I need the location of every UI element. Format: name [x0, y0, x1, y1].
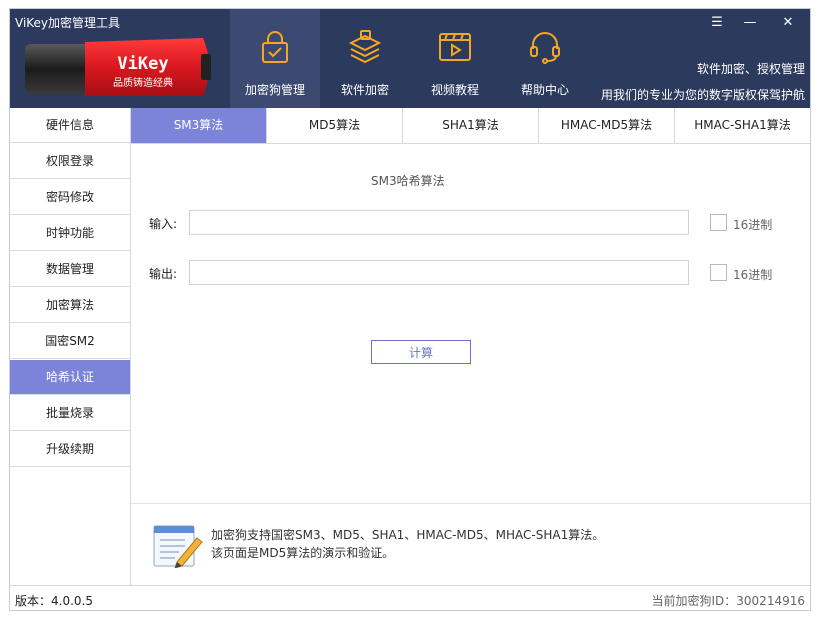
notepad-pencil-icon — [153, 525, 203, 568]
nav-label: 加密狗管理 — [244, 83, 305, 97]
nav-dongle-management[interactable]: 加密狗管理 — [230, 9, 320, 108]
nav-video-tutorial[interactable]: 视频教程 — [410, 9, 500, 108]
layers-lock-icon — [348, 30, 382, 64]
sidebar-item-clock[interactable]: 时钟功能 — [10, 216, 130, 251]
menu-button[interactable]: ☰ — [705, 13, 729, 33]
sidebar-item-batch-burn[interactable]: 批量烧录 — [10, 396, 130, 431]
tab-hmac-md5[interactable]: HMAC-MD5算法 — [539, 108, 675, 143]
input-label: 输入: — [149, 217, 178, 231]
hash-input-field[interactable] — [189, 210, 689, 235]
minimize-button[interactable]: — — [738, 13, 762, 33]
output-hex-checkbox[interactable] — [710, 264, 727, 281]
nav-label: 软件加密 — [340, 83, 389, 97]
video-play-icon — [439, 33, 471, 61]
calculate-button[interactable]: 计算 — [371, 340, 471, 364]
close-button[interactable]: ✕ — [776, 13, 800, 33]
headset-icon — [530, 32, 560, 64]
output-hex-label: 16进制 — [733, 268, 773, 282]
lock-icon — [262, 31, 288, 63]
sidebar-item-sm2[interactable]: 国密SM2 — [10, 324, 130, 359]
content-divider — [131, 503, 810, 504]
tab-md5[interactable]: MD5算法 — [267, 108, 403, 143]
nav-software-encryption[interactable]: 软件加密 — [320, 9, 410, 108]
sidebar-item-data-management[interactable]: 数据管理 — [10, 252, 130, 287]
info-line-1: 加密狗支持国密SM3、MD5、SHA1、HMAC-MD5、MHAC-SHA1算法… — [211, 528, 605, 542]
dongle-id-text: 当前加密狗ID：300214916 — [651, 594, 806, 608]
app-window: ViKey加密管理工具 ViKey 品质铸造经典 加密狗管理 软件加密 视频教程… — [9, 8, 811, 611]
tab-hmac-sha1[interactable]: HMAC-SHA1算法 — [675, 108, 810, 143]
tab-sm3[interactable]: SM3算法 — [131, 108, 267, 143]
slogan-line-2: 用我们的专业为您的数字版权保驾护航 — [600, 88, 805, 102]
nav-help-center[interactable]: 帮助中心 — [500, 9, 590, 108]
logo-tagline: 品质铸造经典 — [113, 76, 173, 89]
algorithm-title: SM3哈希算法 — [371, 174, 445, 188]
nav-label: 视频教程 — [430, 83, 479, 97]
output-label: 输出: — [149, 267, 178, 281]
vikey-logo: ViKey 品质铸造经典 — [25, 38, 211, 96]
sidebar-item-password-change[interactable]: 密码修改 — [10, 180, 130, 215]
sidebar-item-permission-login[interactable]: 权限登录 — [10, 144, 130, 179]
sidebar-item-hash-auth[interactable]: 哈希认证 — [10, 360, 130, 395]
window-title: ViKey加密管理工具 — [15, 16, 121, 30]
tab-sha1[interactable]: SHA1算法 — [403, 108, 539, 143]
nav-label: 帮助中心 — [520, 83, 569, 97]
version-text: 版本：4.0.0.5 — [15, 594, 93, 608]
hash-output-field[interactable] — [189, 260, 689, 285]
sidebar: 硬件信息 权限登录 密码修改 时钟功能 数据管理 加密算法 国密SM2 哈希认证… — [10, 108, 131, 585]
input-hex-label: 16进制 — [733, 218, 773, 232]
logo-brand: ViKey — [117, 54, 168, 74]
status-bar: 版本：4.0.0.5 当前加密狗ID：300214916 — [10, 585, 810, 610]
header-bar: ViKey加密管理工具 ViKey 品质铸造经典 加密狗管理 软件加密 视频教程… — [10, 9, 810, 108]
input-hex-checkbox[interactable] — [710, 214, 727, 231]
sidebar-item-encryption-algorithm[interactable]: 加密算法 — [10, 288, 130, 323]
algorithm-tabs: SM3算法 MD5算法 SHA1算法 HMAC-MD5算法 HMAC-SHA1算… — [131, 108, 810, 144]
info-line-2: 该页面是MD5算法的演示和验证。 — [211, 546, 395, 560]
sidebar-item-upgrade-renew[interactable]: 升级续期 — [10, 432, 130, 467]
slogan-line-1: 软件加密、授权管理 — [696, 62, 805, 76]
sidebar-item-hardware-info[interactable]: 硬件信息 — [10, 108, 130, 143]
